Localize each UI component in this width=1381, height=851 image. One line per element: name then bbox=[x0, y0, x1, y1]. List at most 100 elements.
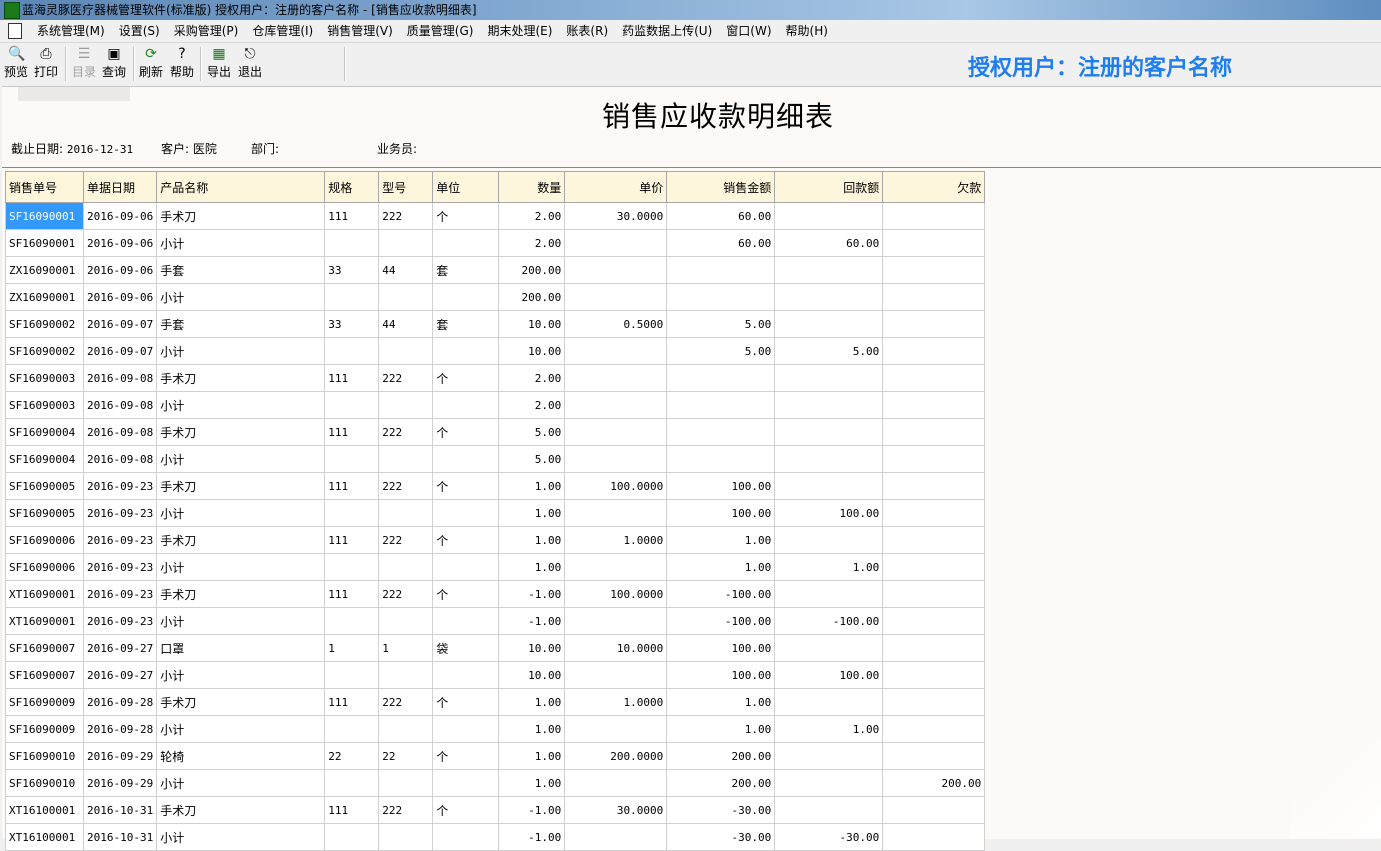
table-cell[interactable]: 小计 bbox=[156, 283, 326, 311]
table-cell[interactable] bbox=[378, 445, 434, 473]
table-cell[interactable] bbox=[882, 553, 986, 581]
table-cell[interactable]: 10.0000 bbox=[564, 634, 668, 662]
table-cell[interactable]: SF16090002 bbox=[5, 310, 84, 338]
table-cell[interactable]: 套 bbox=[432, 310, 500, 338]
table-cell[interactable] bbox=[564, 391, 668, 419]
table-cell[interactable] bbox=[774, 526, 884, 554]
table-cell[interactable]: SF16090004 bbox=[5, 418, 84, 446]
menu-item[interactable]: 销售管理(V) bbox=[320, 20, 400, 42]
table-cell[interactable]: 1.00 bbox=[666, 688, 776, 716]
table-cell[interactable]: 111 bbox=[324, 418, 380, 446]
table-cell[interactable]: 10.00 bbox=[498, 310, 566, 338]
table-cell[interactable]: 小计 bbox=[156, 445, 326, 473]
table-cell[interactable]: 个 bbox=[432, 688, 500, 716]
menu-item[interactable]: 窗口(W) bbox=[719, 20, 778, 42]
table-cell[interactable]: 2016-09-29 bbox=[82, 769, 158, 797]
table-cell[interactable] bbox=[564, 607, 668, 635]
table-cell[interactable] bbox=[774, 202, 884, 230]
table-cell[interactable] bbox=[882, 499, 986, 527]
table-cell[interactable] bbox=[432, 445, 500, 473]
table-cell[interactable]: 手套 bbox=[156, 310, 326, 338]
table-cell[interactable]: 小计 bbox=[156, 229, 326, 257]
table-cell[interactable]: 1.0000 bbox=[564, 688, 668, 716]
table-cell[interactable]: 222 bbox=[378, 796, 434, 824]
table-cell[interactable]: 222 bbox=[378, 364, 434, 392]
table-cell[interactable] bbox=[564, 283, 668, 311]
table-cell[interactable]: 小计 bbox=[156, 715, 326, 743]
table-cell[interactable] bbox=[324, 283, 380, 311]
help-button[interactable]: ? 帮助 bbox=[166, 45, 198, 83]
window-titlebar[interactable]: 蓝海灵豚医疗器械管理软件(标准版) 授权用户：注册的客户名称 - [销售应收款明… bbox=[0, 0, 1381, 20]
table-row[interactable]: SF16090002 2016-09-07 手套 33 44 套 10.00 0.5000 5.… bbox=[5, 310, 986, 338]
table-cell[interactable]: 手术刀 bbox=[156, 688, 326, 716]
table-cell[interactable]: 33 bbox=[324, 256, 380, 284]
table-cell[interactable]: 1.00 bbox=[498, 688, 566, 716]
table-cell[interactable]: 1.0000 bbox=[564, 526, 668, 554]
column-header[interactable]: 欠款 bbox=[882, 171, 986, 203]
table-cell[interactable]: 100.00 bbox=[774, 499, 884, 527]
table-cell[interactable] bbox=[774, 283, 884, 311]
table-cell[interactable]: 222 bbox=[378, 580, 434, 608]
table-cell[interactable]: 个 bbox=[432, 418, 500, 446]
table-row[interactable]: SF16090005 2016-09-23 手术刀 111 222 个 1.00 100.00… bbox=[5, 472, 986, 500]
table-cell[interactable]: -1.00 bbox=[498, 607, 566, 635]
table-cell[interactable]: 111 bbox=[324, 364, 380, 392]
table-cell[interactable] bbox=[432, 823, 500, 851]
table-cell[interactable]: 5.00 bbox=[666, 310, 776, 338]
column-header[interactable]: 销售金额 bbox=[666, 171, 776, 203]
table-cell[interactable]: 200.00 bbox=[882, 769, 986, 797]
table-cell[interactable]: SF16090003 bbox=[5, 391, 84, 419]
table-cell[interactable]: 1.00 bbox=[774, 715, 884, 743]
table-cell[interactable] bbox=[324, 661, 380, 689]
table-cell[interactable]: 手术刀 bbox=[156, 418, 326, 446]
table-cell[interactable]: 手术刀 bbox=[156, 472, 326, 500]
table-cell[interactable] bbox=[432, 553, 500, 581]
table-cell[interactable] bbox=[324, 553, 380, 581]
table-cell[interactable]: SF16090001 bbox=[5, 229, 84, 257]
table-cell[interactable] bbox=[378, 607, 434, 635]
table-cell[interactable]: 2.00 bbox=[498, 202, 566, 230]
table-cell[interactable]: 5.00 bbox=[498, 418, 566, 446]
table-cell[interactable] bbox=[774, 418, 884, 446]
table-cell[interactable]: 111 bbox=[324, 580, 380, 608]
table-cell[interactable]: SF16090003 bbox=[5, 364, 84, 392]
table-cell[interactable]: 2016-09-23 bbox=[82, 499, 158, 527]
table-cell[interactable]: SF16090007 bbox=[5, 661, 84, 689]
table-cell[interactable] bbox=[378, 283, 434, 311]
table-cell[interactable] bbox=[666, 283, 776, 311]
table-cell[interactable]: 2016-09-08 bbox=[82, 418, 158, 446]
table-cell[interactable]: -30.00 bbox=[774, 823, 884, 851]
table-cell[interactable]: 2016-09-06 bbox=[82, 256, 158, 284]
table-cell[interactable] bbox=[882, 283, 986, 311]
table-cell[interactable]: 111 bbox=[324, 688, 380, 716]
table-cell[interactable]: 2016-09-07 bbox=[82, 310, 158, 338]
table-cell[interactable]: 手术刀 bbox=[156, 526, 326, 554]
column-header[interactable]: 型号 bbox=[378, 171, 434, 203]
menu-item[interactable]: 药监数据上传(U) bbox=[615, 20, 719, 42]
table-cell[interactable] bbox=[324, 337, 380, 365]
table-cell[interactable] bbox=[882, 418, 986, 446]
table-cell[interactable]: 2016-09-08 bbox=[82, 391, 158, 419]
export-button[interactable]: ▦ 导出 bbox=[203, 45, 235, 83]
table-cell[interactable] bbox=[882, 715, 986, 743]
table-cell[interactable] bbox=[774, 472, 884, 500]
table-row[interactable]: SF16090010 2016-09-29 轮椅 22 22 个 1.00 200.0000 2… bbox=[5, 742, 986, 770]
table-cell[interactable]: 1.00 bbox=[498, 715, 566, 743]
table-cell[interactable] bbox=[774, 364, 884, 392]
table-cell[interactable] bbox=[324, 391, 380, 419]
table-row[interactable]: SF16090004 2016-09-08 小计 5.00 bbox=[5, 445, 986, 473]
table-cell[interactable] bbox=[324, 445, 380, 473]
table-cell[interactable]: 1.00 bbox=[498, 526, 566, 554]
table-cell[interactable]: 1.00 bbox=[498, 472, 566, 500]
table-cell[interactable] bbox=[432, 391, 500, 419]
table-cell[interactable]: 100.00 bbox=[666, 634, 776, 662]
table-cell[interactable]: -100.00 bbox=[774, 607, 884, 635]
table-cell[interactable]: 个 bbox=[432, 364, 500, 392]
table-cell[interactable] bbox=[324, 823, 380, 851]
table-cell[interactable]: -1.00 bbox=[498, 580, 566, 608]
table-cell[interactable]: 44 bbox=[378, 310, 434, 338]
table-cell[interactable]: 小计 bbox=[156, 769, 326, 797]
table-cell[interactable]: 5.00 bbox=[774, 337, 884, 365]
table-cell[interactable]: 小计 bbox=[156, 499, 326, 527]
table-cell[interactable] bbox=[564, 661, 668, 689]
